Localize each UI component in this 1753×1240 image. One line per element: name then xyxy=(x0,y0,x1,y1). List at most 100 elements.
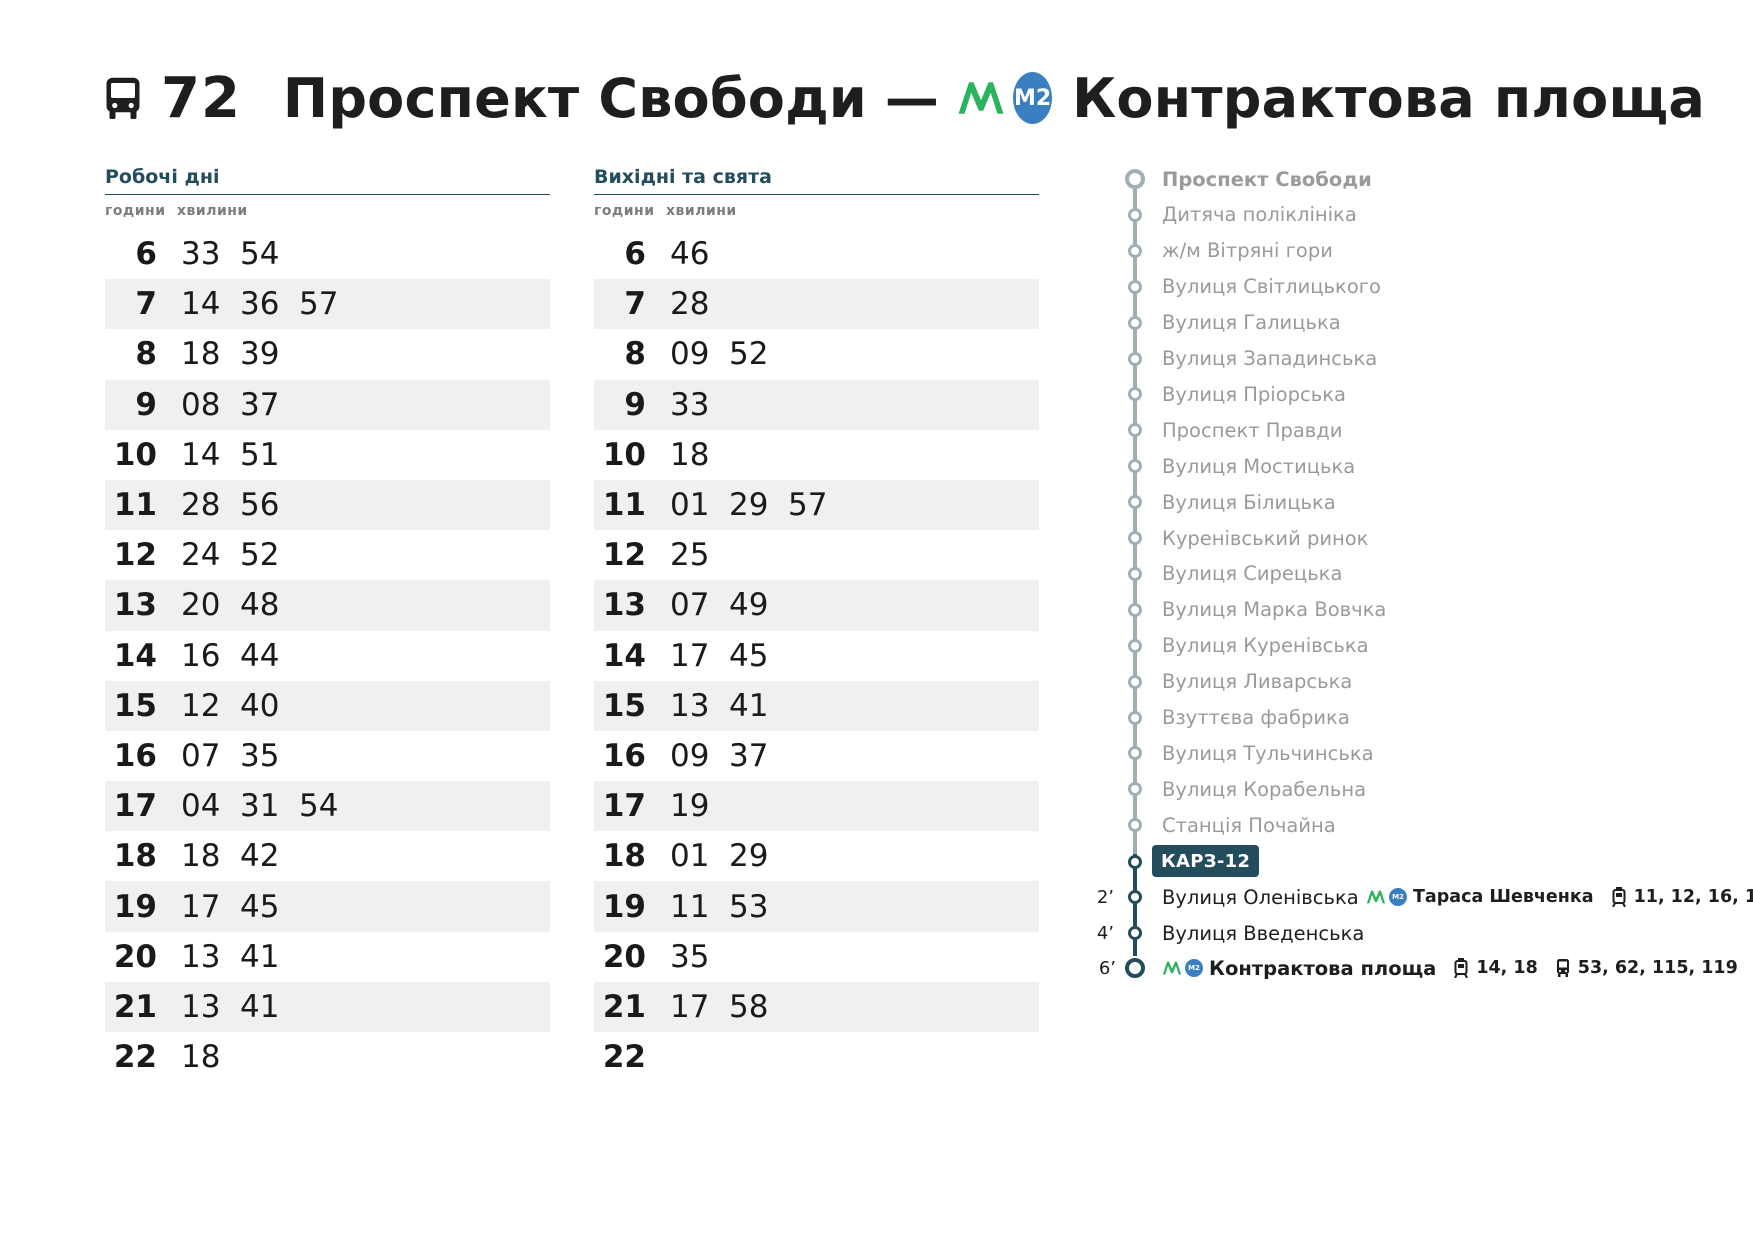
weekday-timetable: Робочі дні години хвилини 6 33 54 7 14 36 57 8 1… xyxy=(105,166,550,1082)
timetable-rows: 6 46 7 28 8 09 52 9 33 10 18 11 01 29 57 12 25 13 07 49 14 17… xyxy=(594,229,1039,1082)
metro-logo-icon xyxy=(958,82,1004,114)
departure-minute: 13 xyxy=(181,938,221,975)
timetable-row: 9 33 xyxy=(594,379,1039,430)
weekend-timetable: Вихідні та свята години хвилини 6 46 7 28 8 0… xyxy=(594,166,1039,1082)
departure-minute: 52 xyxy=(240,537,280,574)
stop-dot xyxy=(1128,423,1142,438)
stop-name: Вулиця Мостицька xyxy=(1162,454,1356,478)
departure-minute: 39 xyxy=(240,336,280,373)
hour-cell: 20 xyxy=(113,938,157,975)
departure-minute: 35 xyxy=(240,737,280,774)
departure-minute: 54 xyxy=(299,788,339,825)
stop-name: Взуттєва фабрика xyxy=(1162,706,1350,729)
departure-minute: 28 xyxy=(181,487,221,524)
hour-cell: 18 xyxy=(602,838,646,875)
stop-dot xyxy=(1128,710,1142,725)
stop-name: Контрактова площа xyxy=(1209,956,1437,980)
hour-cell: 19 xyxy=(113,888,157,925)
minutes-cell: 13 41 xyxy=(670,688,788,724)
departure-minute: 17 xyxy=(670,988,710,1025)
stop-name: Вулиця Сирецька xyxy=(1162,562,1343,586)
departure-minute: 13 xyxy=(670,687,710,724)
metro-logo-icon xyxy=(1162,961,1182,975)
departure-minute: 58 xyxy=(729,988,769,1025)
hour-cell: 6 xyxy=(624,236,646,273)
timetable-row: 8 18 39 xyxy=(105,329,550,379)
departure-minute: 54 xyxy=(240,236,280,273)
minutes-cell: 28 56 xyxy=(181,487,299,523)
departure-minute: 07 xyxy=(181,737,221,774)
stop-name: Вулиця Марка Вовчка xyxy=(1162,598,1387,622)
minutes-cell: 13 41 xyxy=(181,989,299,1025)
minutes-cell: 33 xyxy=(670,387,729,423)
stop-dot xyxy=(1128,602,1142,617)
departure-minute: 45 xyxy=(240,888,280,925)
tram-icon xyxy=(1454,958,1469,978)
departure-minute: 29 xyxy=(729,838,769,875)
timetable-row: 21 13 41 xyxy=(105,981,550,1032)
bus-icon xyxy=(106,77,140,119)
departure-minute: 49 xyxy=(729,587,769,624)
departure-minute: 13 xyxy=(181,988,221,1025)
hour-cell: 16 xyxy=(602,737,646,774)
timetable-row: 11 28 56 xyxy=(105,479,550,531)
hour-cell: 11 xyxy=(602,487,646,524)
hour-cell: 14 xyxy=(602,637,646,674)
departure-minute: 19 xyxy=(670,788,710,825)
stop-dot xyxy=(1125,169,1145,189)
departure-minute: 25 xyxy=(670,537,710,574)
timetable-row: 15 13 41 xyxy=(594,680,1039,731)
timetable-row: 20 35 xyxy=(594,932,1039,982)
stop-dot xyxy=(1125,958,1145,978)
stop-dot xyxy=(1128,782,1142,797)
stop-dot xyxy=(1128,818,1142,833)
timetable-row: 19 17 45 xyxy=(105,881,550,932)
minutes-cell: 46 xyxy=(670,236,729,272)
column-headers: години хвилини xyxy=(105,203,550,223)
departure-minute: 52 xyxy=(729,336,769,373)
timetable-row: 13 07 49 xyxy=(594,580,1039,631)
departure-minute: 01 xyxy=(670,838,710,875)
stop-name: Вулиця Пріорська xyxy=(1162,382,1346,406)
column-headers: години хвилини xyxy=(594,203,1039,223)
timetable-row: 7 14 36 57 xyxy=(105,279,550,330)
minutes-cell: 17 45 xyxy=(670,638,788,674)
timetable-row: 14 16 44 xyxy=(105,631,550,681)
stop-dot xyxy=(1128,855,1142,869)
minutes-cell: 14 51 xyxy=(181,437,299,473)
stop-dot xyxy=(1128,243,1142,258)
stop-dot xyxy=(1128,926,1142,940)
metro-line-badge: M2 xyxy=(1013,72,1053,124)
minutes-cell: 20 48 xyxy=(181,587,299,623)
timetable-row: 22 xyxy=(594,1032,1039,1082)
route-origin: Проспект Свободи xyxy=(282,66,867,130)
bus-icon xyxy=(1556,959,1569,977)
hour-cell: 18 xyxy=(113,838,157,875)
departure-minute: 18 xyxy=(181,1039,221,1076)
departure-minute: 44 xyxy=(240,637,280,674)
minutes-cell: 19 xyxy=(670,788,729,824)
timetable-row: 15 12 40 xyxy=(105,680,550,731)
stop-name: Вулиця Оленівська xyxy=(1162,885,1359,909)
timetable-row: 9 08 37 xyxy=(105,379,550,430)
departure-minute: 18 xyxy=(181,838,221,875)
hour-cell: 10 xyxy=(113,436,157,473)
timetable-row: 11 01 29 57 xyxy=(594,479,1039,531)
hour-cell: 19 xyxy=(602,888,646,925)
tram-routes: 11, 12, 16, 19 xyxy=(1633,887,1753,907)
metro-line-badge: M2 xyxy=(1389,888,1407,906)
departure-minute: 57 xyxy=(788,487,828,524)
departure-minute: 04 xyxy=(181,788,221,825)
minutes-cell: 18 39 xyxy=(181,336,299,372)
departure-minute: 42 xyxy=(240,838,280,875)
stop-name: Проспект Правди xyxy=(1162,418,1343,442)
stop-name: Станція Почайна xyxy=(1162,813,1336,837)
stop-dot xyxy=(1128,674,1142,689)
minutes-cell: 07 35 xyxy=(181,738,299,774)
timetable-rows: 6 33 54 7 14 36 57 8 18 39 9 08 37 10 14 51 11 28 56 12 24 52… xyxy=(105,229,550,1082)
stop-dot xyxy=(1128,890,1142,904)
stop-dot xyxy=(1128,315,1142,330)
timetable-row: 18 18 42 xyxy=(105,831,550,881)
stop-dot xyxy=(1128,459,1142,474)
minutes-cell: 09 52 xyxy=(670,336,788,372)
